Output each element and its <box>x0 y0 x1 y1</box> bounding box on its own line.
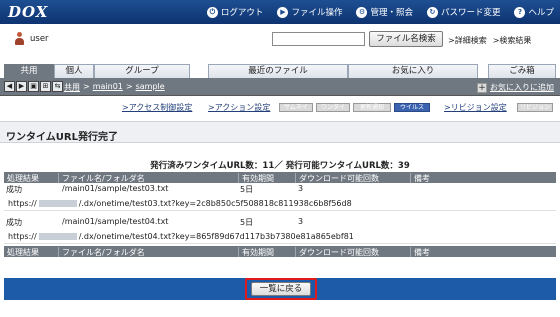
plus-icon: + <box>477 82 487 93</box>
username: user <box>30 34 49 44</box>
tab-bar: 共用 個人 グループ 最近のファイル お気に入り ごみ箱 <box>0 64 560 78</box>
breadcrumb-separator: > <box>125 82 133 91</box>
folder-tree-icon[interactable]: ⊞ <box>40 81 51 92</box>
access-control-link[interactable]: >アクセス制御設定 <box>122 102 192 113</box>
onetime-url-count: 発行済みワンタイムURL数：11／ 発行可能ワンタイムURL数：39 <box>150 161 410 171</box>
tab-group[interactable]: グループ <box>94 64 190 78</box>
breadcrumb-shared[interactable]: 共用 <box>64 82 80 93</box>
downloads-cell: 3 <box>298 184 304 193</box>
access-control-label: >アクセス制御設定 <box>122 103 193 112</box>
col-filename: ファイル名/フォルダ名 <box>58 247 145 257</box>
search-input[interactable] <box>272 32 365 46</box>
help-label: ヘルプ <box>528 8 554 18</box>
share-icon[interactable]: ⇆ <box>52 81 63 92</box>
revision-settings-label: >リビジョン設定 <box>444 103 507 112</box>
url-prefix: https:// <box>8 199 37 208</box>
masked-host <box>38 200 77 207</box>
back-to-list-button[interactable]: 一覧に戻る <box>251 282 311 296</box>
tab-shared[interactable]: 共用 <box>4 64 54 78</box>
nav-icons: ◀ ▶ ▣ ⊞ ⇆ <box>4 81 63 92</box>
breadcrumb-bar: ◀ ▶ ▣ ⊞ ⇆ 共用 > main01 > sample + お気に入りに追… <box>0 78 560 96</box>
breadcrumb-sample[interactable]: sample <box>136 82 165 93</box>
tab-personal[interactable]: 個人 <box>54 64 94 78</box>
url-suffix: /.dx/onetime/test04.txt?key=865f89d67d11… <box>78 232 354 241</box>
file-ops-label: ファイル操作 <box>291 8 343 18</box>
tab-favorites[interactable]: お気に入り <box>348 64 478 78</box>
settings-row: >アクセス制御設定 >アクション設定 サムネイル ワンタイム 更新通知 ウイルス… <box>0 101 560 119</box>
col-downloads: ダウンロード可能回数 <box>295 247 379 257</box>
url-row: https:// /.dx/onetime/test03.txt?key=2c8b… <box>4 195 556 211</box>
top-header: DOX ⏻ ログアウト ▶ ファイル操作 ⚙ 管理・照会 ↻ パスワード変更 ?… <box>0 0 560 24</box>
admin-link[interactable]: ⚙ 管理・照会 <box>356 6 413 18</box>
breadcrumb-main01[interactable]: main01 <box>93 82 123 93</box>
path-cell: /main01/sample/test03.txt <box>62 184 169 193</box>
action-settings-link[interactable]: >アクション設定 <box>208 102 270 113</box>
downloads-cell: 3 <box>298 217 304 226</box>
admin-icon: ⚙ <box>356 6 368 18</box>
user-icon <box>14 32 25 45</box>
search-sub-links: >詳細検索 >検索結果 <box>448 35 531 46</box>
revision-pill: リビジョン <box>517 103 553 112</box>
breadcrumb-separator: > <box>83 82 90 91</box>
result-cell: 成功 <box>6 218 22 227</box>
page-title: ワンタイムURL発行完了 <box>6 132 118 143</box>
app-logo: DOX <box>8 3 49 21</box>
logout-icon: ⏻ <box>206 6 218 18</box>
result-table: 処理結果 ファイル名/フォルダ名 有効期間 ダウンロード可能回数 備考 成功 /… <box>4 172 556 257</box>
breadcrumb: 共用 > main01 > sample <box>64 82 165 93</box>
logout-link[interactable]: ⏻ ログアウト <box>206 6 264 18</box>
action-settings-label: >アクション設定 <box>208 103 271 112</box>
onetime-url[interactable]: https:// /.dx/onetime/test04.txt?key=865f… <box>8 232 354 241</box>
folder-up-icon[interactable]: ▣ <box>28 81 39 92</box>
revision-settings-link[interactable]: >リビジョン設定 <box>444 102 507 113</box>
admin-label: 管理・照会 <box>370 8 413 18</box>
add-favorite-label: お気に入りに追加 <box>490 83 554 92</box>
advanced-search-link[interactable]: >詳細検索 <box>448 35 487 46</box>
file-ops-icon: ▶ <box>277 6 289 18</box>
url-row: https:// /.dx/onetime/test04.txt?key=865f… <box>4 228 556 244</box>
url-prefix: https:// <box>8 232 37 241</box>
thumbnail-pill: サムネイル <box>279 103 313 119</box>
col-period: 有効期間 <box>238 247 274 257</box>
logout-label: ログアウト <box>220 8 264 18</box>
virus-pill: ウイルス <box>394 103 430 112</box>
table-row: 成功 /main01/sample/test04.txt 5日 3 <box>4 216 556 228</box>
update-notify-pill: 更新通知 <box>353 103 391 112</box>
help-link[interactable]: ? ヘルプ <box>514 6 554 18</box>
help-icon: ? <box>514 6 526 18</box>
user-row: user ファイル名検索 >詳細検索 >検索結果 <box>0 24 560 54</box>
col-filename: ファイル名/フォルダ名 <box>58 173 145 183</box>
col-note: 備考 <box>410 247 430 257</box>
file-ops-link[interactable]: ▶ ファイル操作 <box>277 6 342 18</box>
tab-trash[interactable]: ごみ箱 <box>488 64 556 78</box>
onetime-pill: ワンタイム <box>316 103 350 119</box>
table-header: 処理結果 ファイル名/フォルダ名 有効期間 ダウンロード可能回数 備考 <box>4 172 556 183</box>
col-result: 処理結果 <box>7 174 39 183</box>
back-arrow-icon[interactable]: ◀ <box>4 81 15 92</box>
path-cell: /main01/sample/test04.txt <box>62 217 169 226</box>
url-suffix: /.dx/onetime/test03.txt?key=2c8b850c5f50… <box>78 199 352 208</box>
col-result: 処理結果 <box>7 248 39 257</box>
password-link[interactable]: ↻ パスワード変更 <box>426 6 501 18</box>
col-note: 備考 <box>410 173 430 183</box>
result-cell: 成功 <box>6 185 22 194</box>
col-downloads: ダウンロード可能回数 <box>295 173 379 183</box>
forward-arrow-icon[interactable]: ▶ <box>16 81 27 92</box>
filename-search-button[interactable]: ファイル名検索 <box>369 31 443 47</box>
col-period: 有効期間 <box>238 173 274 183</box>
table-footer-header: 処理結果 ファイル名/フォルダ名 有効期間 ダウンロード可能回数 備考 <box>4 246 556 257</box>
search-results-link[interactable]: >検索結果 <box>493 35 532 46</box>
section-header: ワンタイムURL発行完了 <box>0 121 560 143</box>
password-label: パスワード変更 <box>440 8 501 18</box>
onetime-url[interactable]: https:// /.dx/onetime/test03.txt?key=2c8b… <box>8 199 352 208</box>
table-row: 成功 /main01/sample/test03.txt 5日 3 <box>4 183 556 195</box>
add-favorite-link[interactable]: + お気に入りに追加 <box>477 82 554 93</box>
password-icon: ↻ <box>426 6 438 18</box>
period-cell: 5日 <box>240 185 254 194</box>
tab-recent-files[interactable]: 最近のファイル <box>208 64 348 78</box>
period-cell: 5日 <box>240 218 254 227</box>
top-nav: ⏻ ログアウト ▶ ファイル操作 ⚙ 管理・照会 ↻ パスワード変更 ? ヘルプ <box>206 6 554 18</box>
masked-host <box>38 233 77 240</box>
